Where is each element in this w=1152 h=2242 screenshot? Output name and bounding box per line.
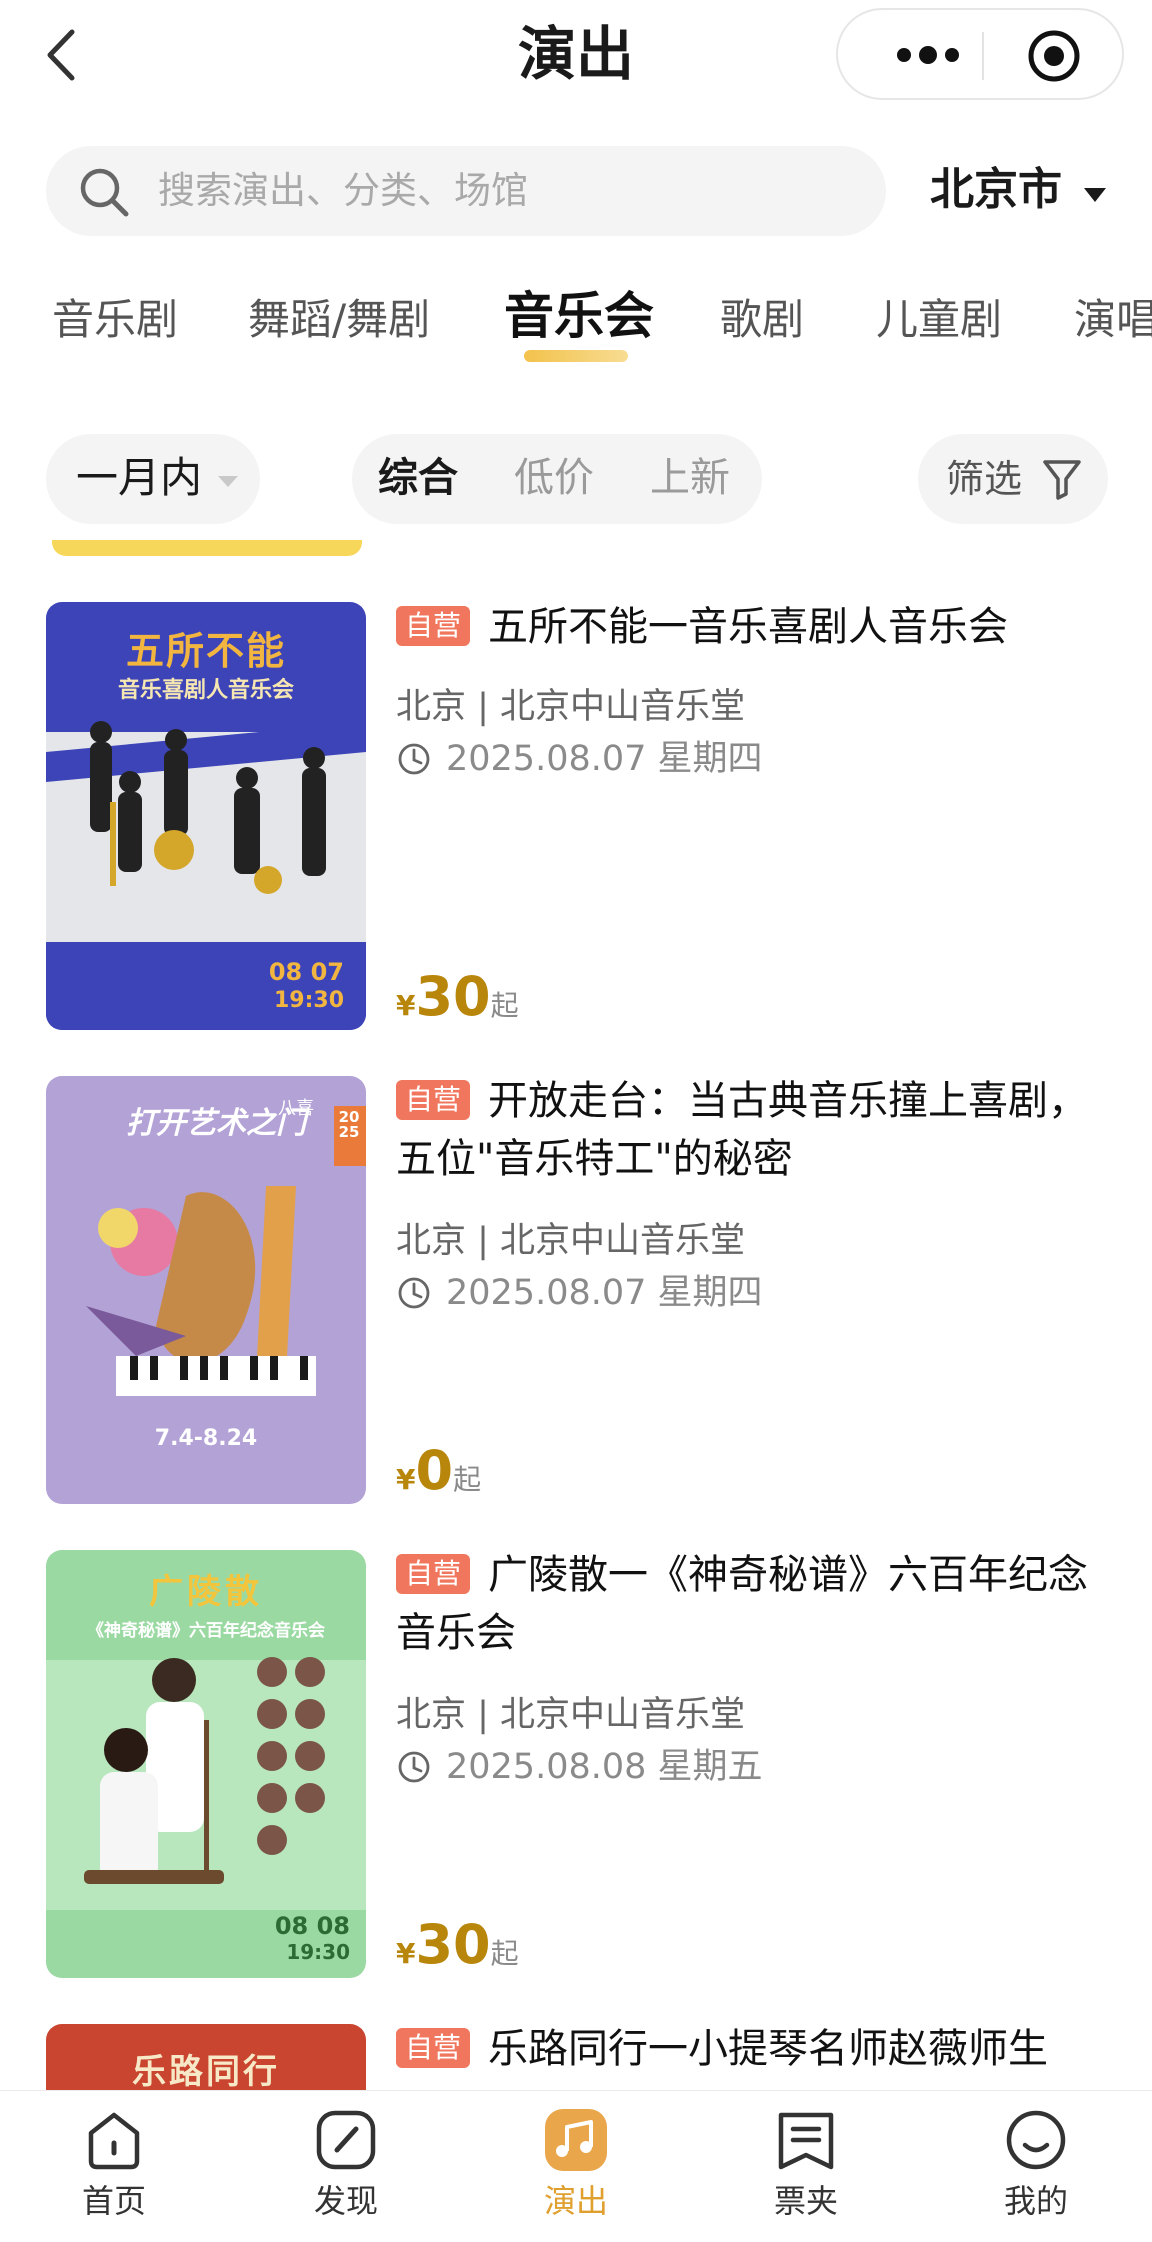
- poster-time: 19:30: [273, 988, 344, 1013]
- price-suffix: 起: [490, 989, 519, 1022]
- show-venue: 北京 | 北京中山音乐堂: [396, 1695, 746, 1735]
- price-suffix: 起: [490, 1937, 519, 1970]
- show-date: 2025.08.07 星期四: [446, 739, 763, 779]
- bottom-tab-bar: 首页 发现 演出 票夹 我的: [0, 2090, 1152, 2242]
- poster-subline: 音乐喜剧人音乐会: [117, 678, 294, 703]
- smile-face-icon: [1006, 2110, 1066, 2170]
- tabbar-label: 演出: [543, 2182, 608, 2220]
- currency-symbol: ¥: [396, 989, 416, 1022]
- show-title[interactable]: 五所不能一音乐喜剧人音乐会: [396, 598, 1096, 656]
- tab-kids-drama[interactable]: 儿童剧: [876, 290, 1002, 350]
- tab-concert[interactable]: 音乐会: [504, 286, 654, 346]
- show-date: 2025.08.08 星期五: [446, 1747, 763, 1787]
- show-poster[interactable]: 乐路同行: [46, 2024, 366, 2090]
- show-date: 2025.08.07 星期四: [446, 1273, 763, 1313]
- poster-badge: 八喜: [278, 1098, 314, 1119]
- sort-comprehensive[interactable]: 综合: [378, 450, 458, 506]
- funnel-icon: [1043, 460, 1081, 500]
- tabbar-label: 发现: [313, 2182, 378, 2220]
- currency-symbol: ¥: [396, 1937, 416, 1970]
- poster-date: 08 07: [268, 958, 344, 986]
- search-icon: [80, 168, 129, 217]
- tabbar-label: 票夹: [773, 2182, 838, 2220]
- tabbar-item-discover[interactable]: 发现: [276, 2105, 416, 2223]
- tabbar-item-home[interactable]: 首页: [44, 2105, 184, 2223]
- filter-label: 筛选: [946, 457, 1023, 501]
- sort-newest[interactable]: 上新: [650, 450, 730, 506]
- time-filter-label: 一月内: [76, 453, 203, 502]
- search-bar[interactable]: 搜索演出、分类、场馆: [46, 146, 886, 236]
- show-poster[interactable]: 打开艺术之门 八喜 2025 7.4-8.24: [46, 1076, 366, 1504]
- mini-program-capsule: [836, 8, 1124, 100]
- previous-card-edge: [52, 540, 362, 556]
- sort-low-price[interactable]: 低价: [514, 450, 594, 506]
- poster-headline: 乐路同行: [132, 2052, 280, 2090]
- capsule-divider: [982, 32, 984, 80]
- active-tab-indicator: [524, 350, 628, 362]
- show-price: ¥0起: [396, 1444, 481, 1498]
- price-value: 0: [415, 1439, 454, 1502]
- show-poster[interactable]: 广陵散 《神奇秘谱》六百年纪念音乐会 08 08 19:30: [46, 1550, 366, 1978]
- caret-down-icon: [218, 476, 238, 487]
- ticket-folder-icon: [778, 2112, 834, 2170]
- show-venue: 北京 | 北京中山音乐堂: [396, 687, 746, 727]
- show-price: ¥30起: [396, 1918, 519, 1972]
- city-selector[interactable]: 北京市: [930, 160, 1062, 220]
- tabbar-label: 我的: [1003, 2182, 1068, 2220]
- compass-icon: [316, 2110, 376, 2170]
- tab-musical[interactable]: 音乐剧: [52, 290, 178, 350]
- poster-year: 2025: [338, 1108, 360, 1141]
- tabbar-item-mine[interactable]: 我的: [966, 2105, 1106, 2223]
- poster-date-range: 7.4-8.24: [154, 1426, 258, 1451]
- home-icon: [88, 2112, 140, 2170]
- clock-icon: [398, 743, 430, 775]
- show-title[interactable]: 乐路同行一小提琴名师赵薇师生: [396, 2020, 1096, 2090]
- show-poster[interactable]: 五所不能 音乐喜剧人音乐会 08 07 19:30: [46, 602, 366, 1030]
- filter-button[interactable]: 筛选: [918, 434, 1108, 524]
- currency-symbol: ¥: [396, 1463, 416, 1496]
- search-placeholder: 搜索演出、分类、场馆: [158, 169, 528, 212]
- price-value: 30: [415, 965, 491, 1028]
- price-value: 30: [415, 1913, 491, 1976]
- time-filter-dropdown[interactable]: 一月内: [46, 434, 260, 524]
- sort-switcher: 综合 低价 上新: [352, 434, 762, 524]
- show-title[interactable]: 开放走台：当古典音乐撞上喜剧，五位"音乐特工"的秘密: [396, 1072, 1096, 1188]
- tab-dance[interactable]: 舞蹈/舞剧: [248, 290, 430, 350]
- caret-down-icon: [1084, 188, 1106, 202]
- poster-date: 08 08: [274, 1912, 350, 1940]
- poster-subline: 《神奇秘谱》六百年纪念音乐会: [87, 1621, 325, 1641]
- music-note-icon: [545, 2109, 607, 2171]
- show-venue: 北京 | 北京中山音乐堂: [396, 1221, 746, 1261]
- price-suffix: 起: [453, 1463, 482, 1496]
- target-circle-icon: [1028, 30, 1080, 82]
- tab-opera[interactable]: 歌剧: [720, 290, 804, 350]
- tabbar-item-shows[interactable]: 演出: [506, 2105, 646, 2223]
- show-title[interactable]: 广陵散一《神奇秘谱》六百年纪念音乐会: [396, 1546, 1096, 1662]
- show-price: ¥30起: [396, 970, 519, 1024]
- poster-headline: 五所不能: [125, 629, 286, 673]
- poster-time: 19:30: [286, 1940, 350, 1964]
- clock-icon: [398, 1751, 430, 1783]
- more-button[interactable]: [878, 30, 978, 80]
- tabbar-item-tickets[interactable]: 票夹: [736, 2105, 876, 2223]
- more-dots-icon: [897, 46, 959, 64]
- clock-icon: [398, 1277, 430, 1309]
- poster-headline: 广陵散: [149, 1572, 263, 1612]
- close-program-button[interactable]: [1026, 28, 1082, 84]
- tabbar-label: 首页: [81, 2182, 146, 2220]
- tab-concert-live[interactable]: 演唱: [1074, 290, 1152, 350]
